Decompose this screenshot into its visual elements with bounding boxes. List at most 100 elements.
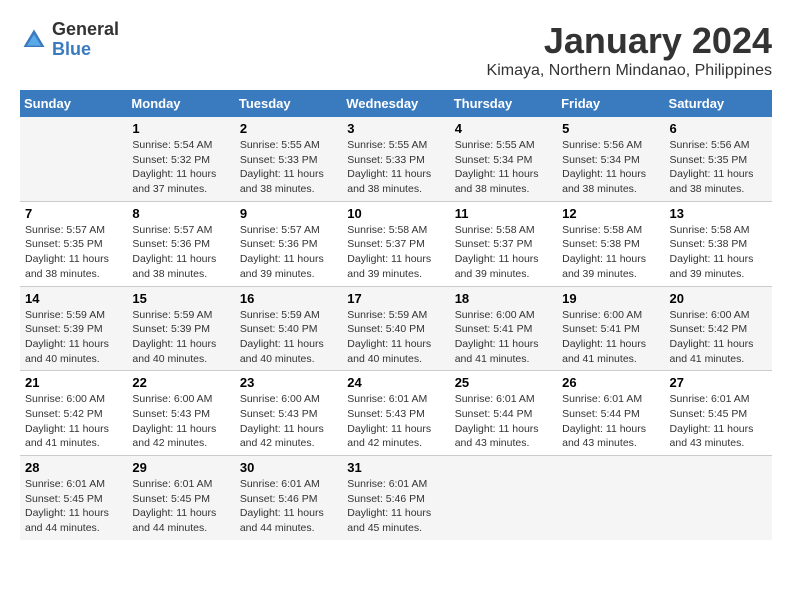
- day-detail: Daylight: 11 hours and 40 minutes.: [132, 337, 229, 366]
- day-number: 14: [25, 291, 122, 306]
- day-number: 29: [132, 460, 229, 475]
- day-number: 18: [455, 291, 552, 306]
- day-detail: Daylight: 11 hours and 42 minutes.: [132, 422, 229, 451]
- calendar-cell: 22Sunrise: 6:00 AMSunset: 5:43 PMDayligh…: [127, 371, 234, 456]
- day-number: 7: [25, 206, 122, 221]
- day-detail: Daylight: 11 hours and 43 minutes.: [455, 422, 552, 451]
- day-detail: Daylight: 11 hours and 44 minutes.: [25, 506, 122, 535]
- weekday-header-wednesday: Wednesday: [342, 90, 449, 117]
- day-detail: Sunset: 5:43 PM: [347, 407, 444, 422]
- calendar-cell: 4Sunrise: 5:55 AMSunset: 5:34 PMDaylight…: [450, 117, 557, 201]
- calendar-cell: 12Sunrise: 5:58 AMSunset: 5:38 PMDayligh…: [557, 201, 664, 286]
- calendar-cell: 13Sunrise: 5:58 AMSunset: 5:38 PMDayligh…: [665, 201, 772, 286]
- day-detail: Sunrise: 6:01 AM: [132, 477, 229, 492]
- day-number: 28: [25, 460, 122, 475]
- day-number: 10: [347, 206, 444, 221]
- day-detail: Sunset: 5:41 PM: [455, 322, 552, 337]
- day-detail: Sunrise: 6:00 AM: [240, 392, 337, 407]
- day-detail: Sunrise: 6:00 AM: [455, 308, 552, 323]
- day-detail: Sunrise: 6:01 AM: [25, 477, 122, 492]
- calendar-cell: 20Sunrise: 6:00 AMSunset: 5:42 PMDayligh…: [665, 286, 772, 371]
- day-detail: Daylight: 11 hours and 45 minutes.: [347, 506, 444, 535]
- day-number: 11: [455, 206, 552, 221]
- day-detail: Sunrise: 5:55 AM: [347, 138, 444, 153]
- logo-blue-text: Blue: [52, 39, 91, 59]
- calendar-cell: 10Sunrise: 5:58 AMSunset: 5:37 PMDayligh…: [342, 201, 449, 286]
- calendar-cell: 15Sunrise: 5:59 AMSunset: 5:39 PMDayligh…: [127, 286, 234, 371]
- day-detail: Daylight: 11 hours and 38 minutes.: [25, 252, 122, 281]
- day-number: 24: [347, 375, 444, 390]
- day-detail: Sunset: 5:45 PM: [132, 492, 229, 507]
- day-number: 12: [562, 206, 659, 221]
- day-detail: Sunrise: 5:58 AM: [670, 223, 767, 238]
- location-title: Kimaya, Northern Mindanao, Philippines: [487, 62, 772, 80]
- day-detail: Daylight: 11 hours and 44 minutes.: [240, 506, 337, 535]
- day-detail: Daylight: 11 hours and 37 minutes.: [132, 167, 229, 196]
- day-number: 30: [240, 460, 337, 475]
- day-detail: Sunset: 5:42 PM: [25, 407, 122, 422]
- day-number: 9: [240, 206, 337, 221]
- calendar-cell: 9Sunrise: 5:57 AMSunset: 5:36 PMDaylight…: [235, 201, 342, 286]
- day-detail: Sunrise: 6:01 AM: [670, 392, 767, 407]
- day-number: 21: [25, 375, 122, 390]
- day-detail: Sunset: 5:39 PM: [25, 322, 122, 337]
- logo-general-text: General: [52, 19, 119, 39]
- weekday-header-row: SundayMondayTuesdayWednesdayThursdayFrid…: [20, 90, 772, 117]
- day-detail: Sunset: 5:46 PM: [240, 492, 337, 507]
- day-detail: Sunrise: 6:01 AM: [240, 477, 337, 492]
- day-detail: Daylight: 11 hours and 39 minutes.: [562, 252, 659, 281]
- day-detail: Sunset: 5:40 PM: [240, 322, 337, 337]
- calendar-table: SundayMondayTuesdayWednesdayThursdayFrid…: [20, 90, 772, 540]
- day-detail: Daylight: 11 hours and 41 minutes.: [455, 337, 552, 366]
- day-detail: Sunset: 5:43 PM: [240, 407, 337, 422]
- week-row-4: 28Sunrise: 6:01 AMSunset: 5:45 PMDayligh…: [20, 456, 772, 540]
- calendar-cell: 16Sunrise: 5:59 AMSunset: 5:40 PMDayligh…: [235, 286, 342, 371]
- calendar-cell: 7Sunrise: 5:57 AMSunset: 5:35 PMDaylight…: [20, 201, 127, 286]
- day-number: 3: [347, 121, 444, 136]
- day-detail: Sunrise: 5:58 AM: [347, 223, 444, 238]
- calendar-cell: 19 Sunrise: 6:00 AMSunset: 5:41 PMDayligh…: [557, 286, 664, 371]
- day-number: 19: [562, 291, 659, 306]
- day-detail: Sunrise: 5:57 AM: [240, 223, 337, 238]
- month-title: January 2024: [487, 20, 772, 62]
- day-number: 17: [347, 291, 444, 306]
- day-detail: Sunrise: 5:57 AM: [132, 223, 229, 238]
- calendar-cell: 17 Sunrise: 5:59 AMSunset: 5:40 PMDayligh…: [342, 286, 449, 371]
- calendar-cell: 3Sunrise: 5:55 AMSunset: 5:33 PMDaylight…: [342, 117, 449, 201]
- day-detail: Sunrise: 5:59 AM: [25, 308, 122, 323]
- day-detail: Sunrise: 5:59 AM: [132, 308, 229, 323]
- day-number: 16: [240, 291, 337, 306]
- day-detail: Sunrise: 6:00 AM: [562, 308, 659, 323]
- day-detail: Sunset: 5:35 PM: [670, 153, 767, 168]
- day-detail: Sunrise: 6:00 AM: [670, 308, 767, 323]
- day-detail: Sunset: 5:35 PM: [25, 237, 122, 252]
- day-number: 4: [455, 121, 552, 136]
- day-detail: Sunset: 5:42 PM: [670, 322, 767, 337]
- day-detail: Daylight: 11 hours and 38 minutes.: [132, 252, 229, 281]
- day-detail: Sunrise: 6:01 AM: [347, 477, 444, 492]
- week-row-2: 14Sunrise: 5:59 AMSunset: 5:39 PMDayligh…: [20, 286, 772, 371]
- day-number: 31: [347, 460, 444, 475]
- day-detail: Daylight: 11 hours and 41 minutes.: [562, 337, 659, 366]
- day-detail: Sunrise: 5:59 AM: [240, 308, 337, 323]
- calendar-cell: 30 Sunrise: 6:01 AMSunset: 5:46 PMDayligh…: [235, 456, 342, 540]
- day-detail: Sunrise: 5:59 AM: [347, 308, 444, 323]
- day-detail: Sunset: 5:36 PM: [132, 237, 229, 252]
- day-number: 25: [455, 375, 552, 390]
- day-detail: Sunrise: 6:01 AM: [562, 392, 659, 407]
- day-detail: Daylight: 11 hours and 39 minutes.: [670, 252, 767, 281]
- calendar-cell: [665, 456, 772, 540]
- day-detail: Daylight: 11 hours and 44 minutes.: [132, 506, 229, 535]
- day-detail: Sunset: 5:37 PM: [455, 237, 552, 252]
- day-detail: Sunset: 5:41 PM: [562, 322, 659, 337]
- logo: General Blue: [20, 20, 119, 60]
- day-detail: Sunrise: 5:58 AM: [455, 223, 552, 238]
- logo-icon: [20, 26, 48, 54]
- day-number: 8: [132, 206, 229, 221]
- day-detail: Sunset: 5:40 PM: [347, 322, 444, 337]
- day-number: 23: [240, 375, 337, 390]
- day-detail: Sunset: 5:43 PM: [132, 407, 229, 422]
- day-detail: Sunset: 5:38 PM: [670, 237, 767, 252]
- day-detail: Daylight: 11 hours and 40 minutes.: [347, 337, 444, 366]
- day-detail: Sunset: 5:36 PM: [240, 237, 337, 252]
